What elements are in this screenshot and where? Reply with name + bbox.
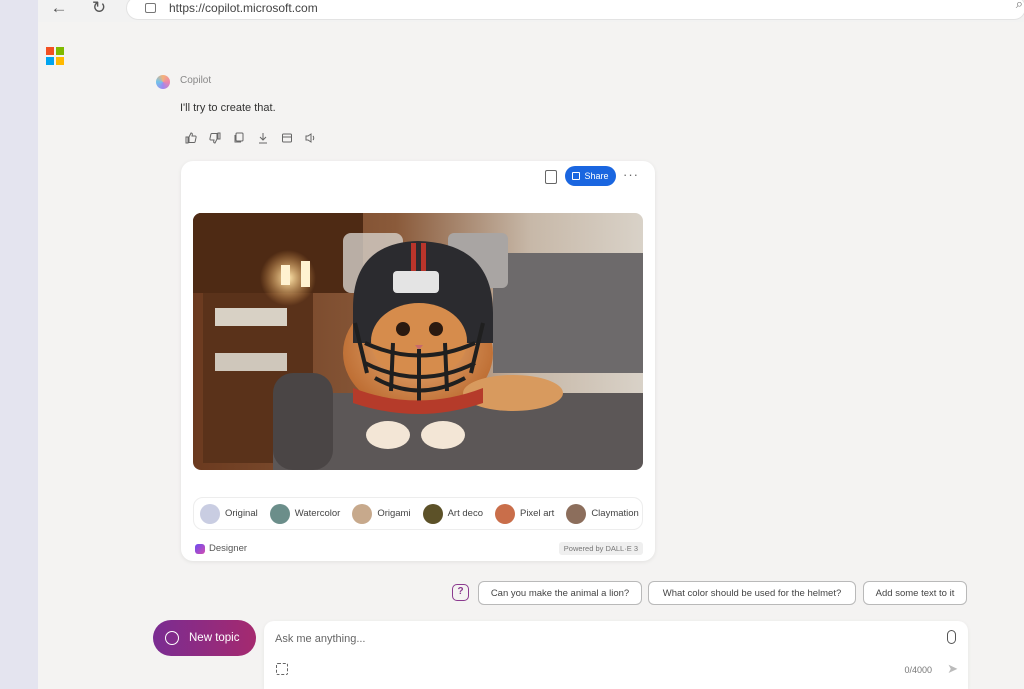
share-icon <box>572 172 581 180</box>
more-options-icon[interactable]: ··· <box>623 167 639 182</box>
copilot-avatar-icon <box>156 75 170 89</box>
chat-input-box[interactable]: Ask me anything... 0/4000 ➤ <box>264 621 968 689</box>
generated-image[interactable] <box>193 213 643 470</box>
author-name: Copilot <box>180 75 212 86</box>
back-arrow-icon[interactable]: ← <box>48 0 70 18</box>
style-chip-watercolor[interactable]: Watercolor <box>269 503 341 524</box>
suggestion-chip-lion[interactable]: Can you make the animal a lion? <box>478 581 642 605</box>
copy-icon[interactable] <box>231 130 247 146</box>
style-label: Origami <box>377 508 411 519</box>
style-options: Original Watercolor Origami Art deco Pix… <box>193 497 643 530</box>
microsoft-logo <box>46 47 64 65</box>
origami-style-thumbnail-icon <box>352 503 373 524</box>
browser-toolbar: ← ↻ https://copilot.microsoft.com ⌕ <box>38 0 1024 22</box>
copy-image-icon[interactable] <box>545 170 557 184</box>
microphone-icon[interactable] <box>947 630 956 644</box>
left-window-edge <box>0 0 38 689</box>
zoom-icon[interactable]: ⌕ <box>1016 0 1023 12</box>
powered-by-badge: Powered by DALL·E 3 <box>558 542 643 555</box>
message-actions <box>183 130 319 146</box>
designer-label: Designer <box>209 543 248 554</box>
export-icon[interactable] <box>279 130 295 146</box>
lock-icon[interactable] <box>145 3 156 13</box>
claymation-style-thumbnail-icon <box>566 503 587 524</box>
logo-square-green <box>56 47 64 55</box>
share-label: Share <box>584 171 609 181</box>
read-aloud-icon[interactable] <box>303 130 319 146</box>
logo-square-red <box>46 47 54 55</box>
style-chip-claymation[interactable]: Claymation <box>566 503 639 524</box>
generated-image-card: Share ··· Original Watercolor Origami Ar… <box>181 161 655 561</box>
style-label: Claymation <box>591 508 639 519</box>
style-label: Original <box>225 508 258 519</box>
logo-square-yellow <box>56 57 64 65</box>
thumbs-down-icon[interactable] <box>207 130 223 146</box>
art-deco-style-thumbnail-icon <box>422 503 443 524</box>
style-label: Pixel art <box>519 508 555 519</box>
share-button[interactable]: Share <box>565 166 616 186</box>
style-chip-pixel-art[interactable]: Pixel art <box>494 503 555 524</box>
logo-square-blue <box>46 57 54 65</box>
reply-text: I'll try to create that. <box>180 102 276 114</box>
watercolor-style-thumbnail-icon <box>269 503 290 524</box>
style-label: Watercolor <box>294 508 341 519</box>
pixel-art-style-thumbnail-icon <box>494 503 515 524</box>
url-text[interactable]: https://copilot.microsoft.com <box>169 1 318 15</box>
suggestion-chip-add-text[interactable]: Add some text to it <box>863 581 967 605</box>
suggestion-chip-helmet-color[interactable]: What color should be used for the helmet… <box>648 581 856 605</box>
send-icon[interactable]: ➤ <box>947 661 958 677</box>
style-label: Art deco <box>447 508 483 519</box>
visual-search-icon[interactable] <box>276 663 288 675</box>
character-count: 0/4000 <box>904 665 932 675</box>
style-chip-origami[interactable]: Origami <box>352 503 411 524</box>
new-topic-icon <box>165 631 179 645</box>
new-topic-label: New topic <box>189 632 240 644</box>
address-bar[interactable]: https://copilot.microsoft.com ⌕ <box>126 0 1024 20</box>
designer-link[interactable]: Designer <box>195 543 247 554</box>
download-icon[interactable] <box>255 130 271 146</box>
thumbs-up-icon[interactable] <box>183 130 199 146</box>
original-style-thumbnail-icon <box>200 503 220 524</box>
style-chip-original[interactable]: Original <box>200 503 258 524</box>
suggestions-help-icon[interactable]: ? <box>452 584 469 601</box>
chat-input[interactable]: Ask me anything... <box>275 633 366 645</box>
designer-icon <box>195 543 205 554</box>
style-chip-art-deco[interactable]: Art deco <box>422 503 483 524</box>
new-topic-button[interactable]: New topic <box>153 620 256 656</box>
reload-icon[interactable]: ↻ <box>88 0 110 18</box>
